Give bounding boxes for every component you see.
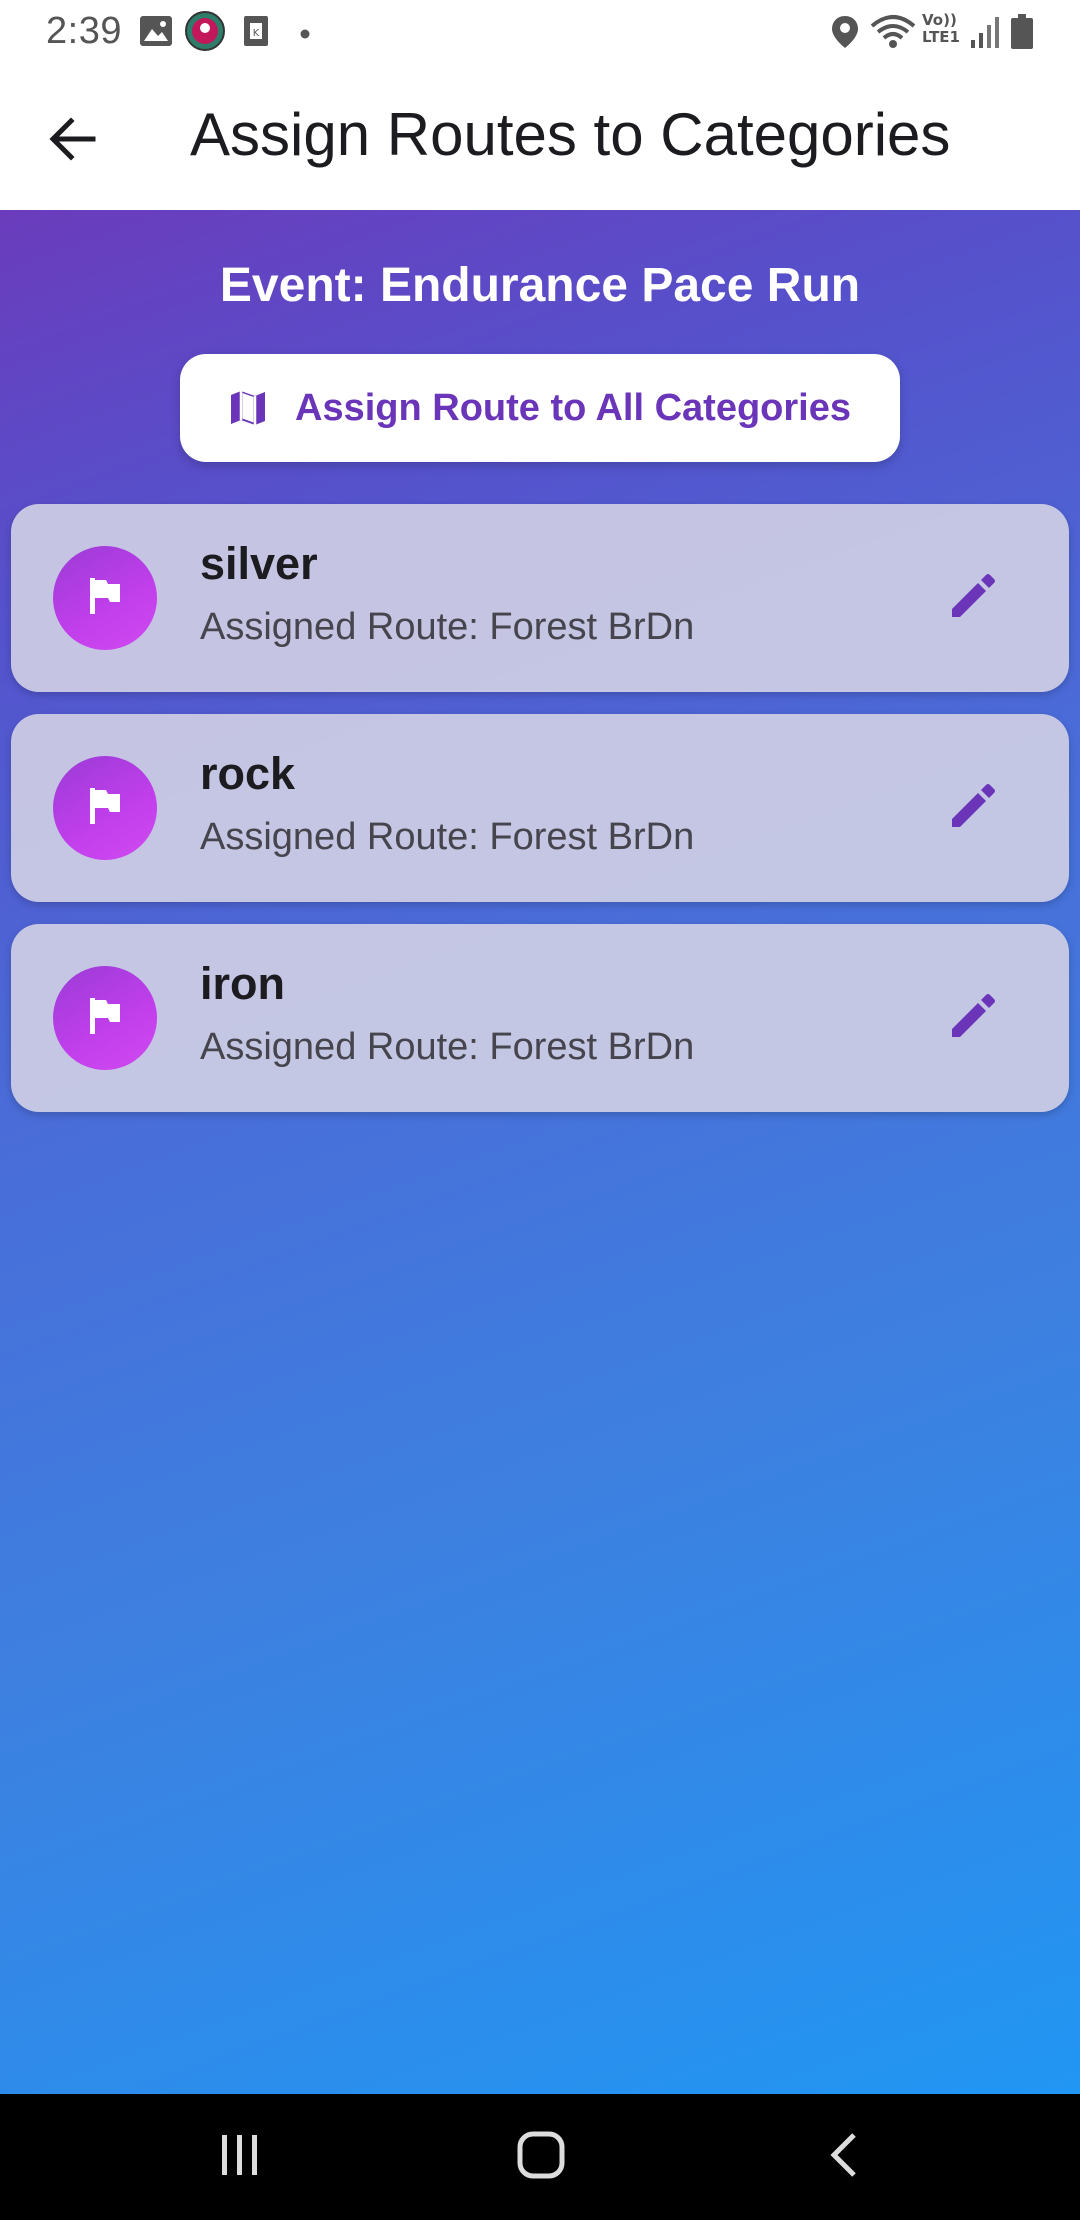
home-icon: [516, 2130, 566, 2185]
category-card-rock[interactable]: rock Assigned Route: Forest BrDn: [11, 714, 1069, 902]
edit-button[interactable]: [941, 566, 1005, 630]
assign-route-all-label: Assign Route to All Categories: [295, 386, 851, 429]
category-route: Assigned Route: Forest BrDn: [200, 606, 695, 648]
page-title: Assign Routes to Categories: [190, 101, 951, 168]
edit-button[interactable]: [941, 986, 1005, 1050]
back-nav-icon: [826, 2131, 862, 2184]
edit-icon: [948, 781, 998, 836]
recent-apps-icon: [218, 2133, 262, 2182]
sim-icon: K: [242, 14, 270, 53]
dot-icon: [300, 26, 310, 44]
volte-icon: Vo)) LTE1: [922, 12, 960, 46]
event-title: Event: Endurance Pace Run: [219, 259, 861, 312]
category-name: iron: [200, 958, 285, 1009]
map-icon: [229, 388, 269, 428]
volte-text-top: Vo)): [922, 11, 957, 29]
category-avatar: [53, 546, 157, 650]
arrow-back-icon: [49, 116, 97, 166]
main-content: Event: Endurance Pace Run Assign Route t…: [0, 210, 1080, 2094]
signal-icon: [970, 16, 1000, 53]
category-card-iron[interactable]: iron Assigned Route: Forest BrDn: [11, 924, 1069, 1112]
screen: 2:39 K Vo)) LTE1 Assign Routes to Catego…: [0, 0, 1080, 2220]
volte-text-bottom: LTE1: [922, 28, 960, 46]
category-avatar: [53, 966, 157, 1070]
back-nav-button[interactable]: [804, 2124, 884, 2190]
status-bar: 2:39 K Vo)) LTE1: [0, 0, 1080, 66]
app-badge-icon: [184, 10, 226, 57]
category-route: Assigned Route: Forest BrDn: [200, 1026, 695, 1068]
system-nav-bar: [0, 2094, 1080, 2220]
category-route: Assigned Route: Forest BrDn: [200, 816, 695, 858]
back-button[interactable]: [38, 106, 108, 176]
category-avatar: [53, 756, 157, 860]
edit-icon: [948, 991, 998, 1046]
assign-route-all-button[interactable]: Assign Route to All Categories: [180, 354, 900, 462]
category-card-silver[interactable]: silver Assigned Route: Forest BrDn: [11, 504, 1069, 692]
status-time: 2:39: [46, 10, 122, 52]
location-icon: [830, 14, 860, 55]
category-name: rock: [200, 748, 296, 799]
wifi-icon: [870, 14, 916, 55]
edit-icon: [948, 571, 998, 626]
flag-icon: [86, 576, 124, 621]
svg-text:K: K: [253, 28, 260, 39]
flag-icon: [86, 786, 124, 831]
flag-icon: [86, 996, 124, 1041]
home-button[interactable]: [501, 2124, 581, 2190]
category-name: silver: [200, 538, 318, 589]
app-bar: Assign Routes to Categories: [0, 66, 1080, 210]
edit-button[interactable]: [941, 776, 1005, 840]
battery-icon: [1010, 14, 1034, 55]
recent-apps-button[interactable]: [200, 2124, 280, 2190]
image-icon: [138, 14, 174, 53]
